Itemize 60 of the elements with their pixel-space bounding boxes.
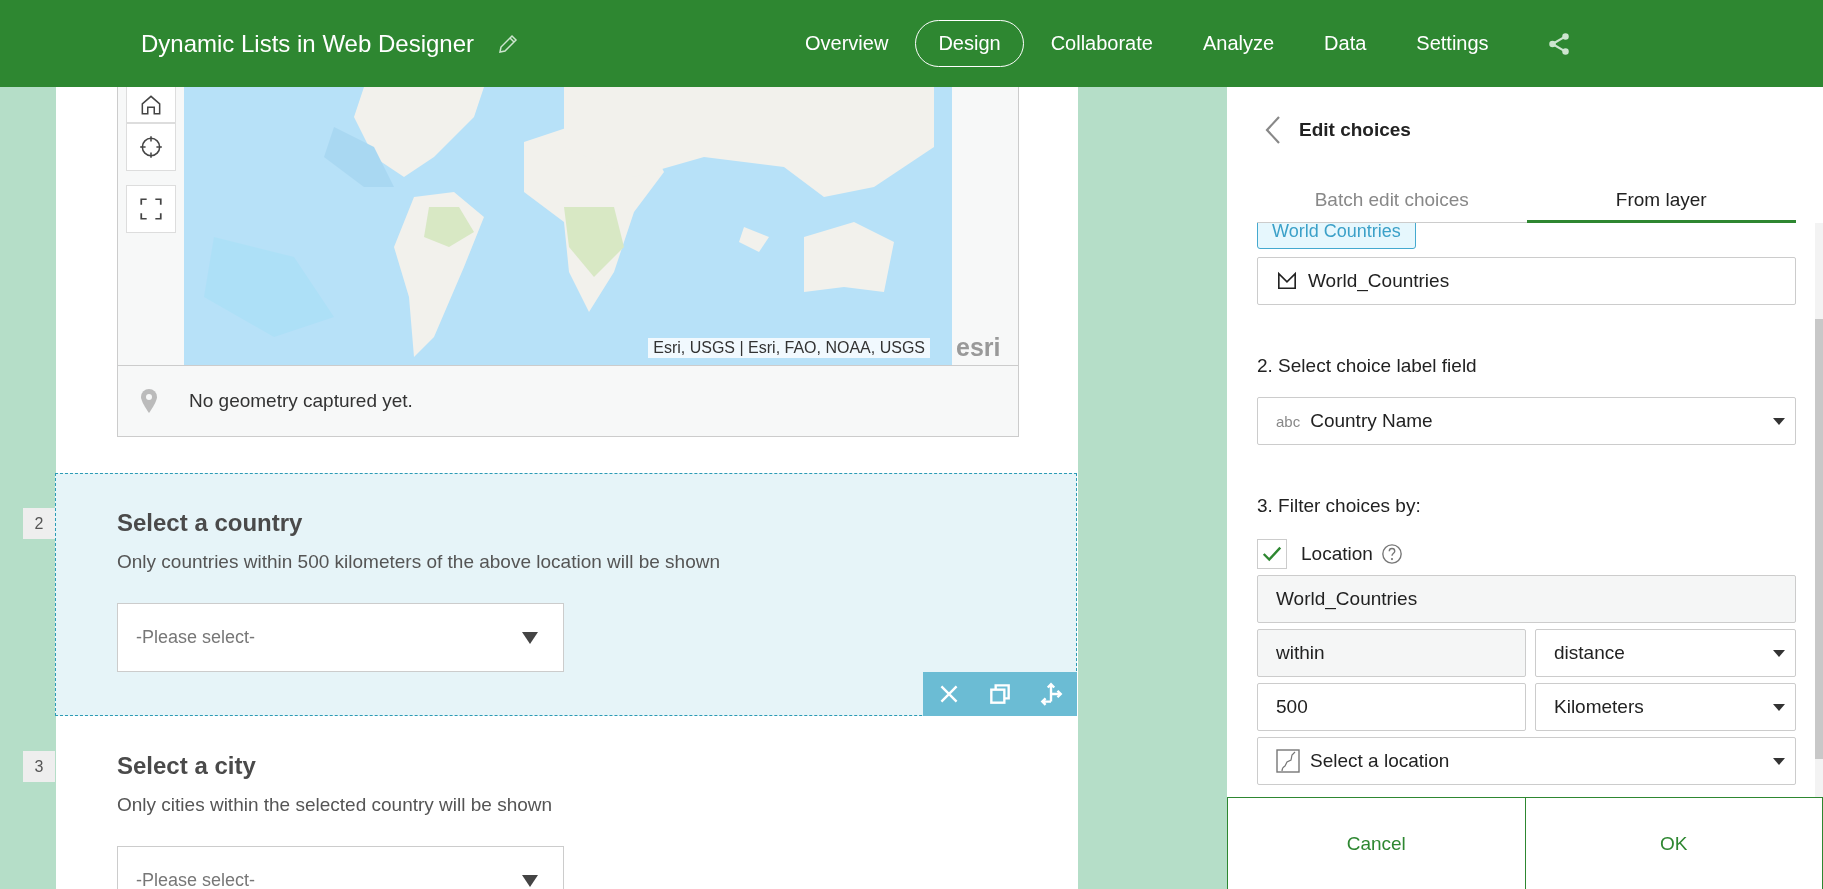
relation-field: within <box>1257 629 1526 677</box>
label-field-dropdown[interactable]: abc Country Name <box>1257 397 1796 445</box>
duplicate-button[interactable] <box>987 681 1013 707</box>
locate-button[interactable] <box>126 123 176 171</box>
location-dropdown[interactable]: Select a location <box>1257 737 1796 785</box>
section-heading: 3. Filter choices by: <box>1257 495 1422 517</box>
distance-field[interactable]: 500 <box>1257 683 1526 731</box>
map-logo: esri <box>956 333 1001 362</box>
panel-tab[interactable]: From layer <box>1526 181 1796 223</box>
question-description: Only cities within the selected country will be shown <box>117 794 554 816</box>
question-card[interactable]: Select a country Only countries within 500 kilometers of the above location will be shown -Please select- <box>55 473 1077 716</box>
nav-tab[interactable]: Overview <box>782 20 912 67</box>
question-number: 3 <box>23 751 55 782</box>
panel-title: Edit choices <box>1299 119 1411 141</box>
field-type-label: abc <box>1276 412 1301 430</box>
unit-dropdown[interactable]: Kilometers <box>1535 683 1796 731</box>
map-attribution: Esri, USGS | Esri, FAO, NOAA, USGS <box>648 338 930 358</box>
question-number: 2 <box>23 508 55 539</box>
question-card[interactable]: Select a city Only cities within the selected country will be shown -Please select- <box>55 716 1077 889</box>
help-icon[interactable] <box>1380 543 1403 565</box>
location-checkbox[interactable] <box>1257 539 1287 569</box>
layer-field[interactable]: World_Countries <box>1257 257 1796 305</box>
home-button[interactable] <box>126 87 176 123</box>
dropdown-field[interactable]: -Please select- <box>117 846 564 889</box>
crosshair-icon <box>138 134 164 160</box>
question-title: Select a city <box>117 752 257 780</box>
relation-type-dropdown[interactable]: distance <box>1535 629 1796 677</box>
pin-icon <box>139 388 159 414</box>
caret-icon <box>1773 417 1785 425</box>
scrollbar-thumb[interactable] <box>1815 319 1823 759</box>
caret-icon <box>1773 649 1785 657</box>
move-icon <box>1038 681 1065 707</box>
fullscreen-icon <box>138 196 164 222</box>
map-outline-icon <box>1276 749 1300 773</box>
nav-tab[interactable]: Data <box>1301 20 1390 67</box>
question-title: Select a country <box>117 509 304 537</box>
question-description: Only countries within 500 kilometers of the above location will be shown <box>117 551 722 573</box>
dropdown-arrow-icon <box>522 631 538 644</box>
fullscreen-button[interactable] <box>126 185 176 233</box>
back-icon[interactable] <box>1263 115 1281 145</box>
dialog-button[interactable]: OK <box>1525 797 1823 889</box>
dialog-button[interactable]: Cancel <box>1227 797 1526 889</box>
nav-tab[interactable]: Collaborate <box>1027 20 1176 67</box>
checkbox-label: Location <box>1301 543 1373 565</box>
scrollbar[interactable] <box>1815 223 1823 797</box>
move-button[interactable] <box>1038 681 1065 707</box>
status-message: No geometry captured yet. <box>189 390 413 412</box>
section-heading: 2. Select choice label field <box>1257 355 1478 377</box>
nav-tab[interactable]: Settings <box>1393 20 1512 67</box>
app-title: Dynamic Lists in Web Designer <box>141 29 474 58</box>
polygon-icon <box>1276 271 1298 291</box>
filter-layer-field: World_Countries <box>1257 575 1796 623</box>
caret-icon <box>1773 757 1785 765</box>
panel-tab[interactable]: Batch edit choices <box>1257 181 1527 223</box>
copy-icon <box>987 681 1013 707</box>
layer-chip[interactable]: World Countries <box>1257 223 1416 249</box>
dropdown-field[interactable]: -Please select- <box>117 603 564 672</box>
nav-tab[interactable]: Analyze <box>1179 20 1298 67</box>
caret-icon <box>1773 703 1785 711</box>
dropdown-arrow-icon <box>522 874 538 887</box>
